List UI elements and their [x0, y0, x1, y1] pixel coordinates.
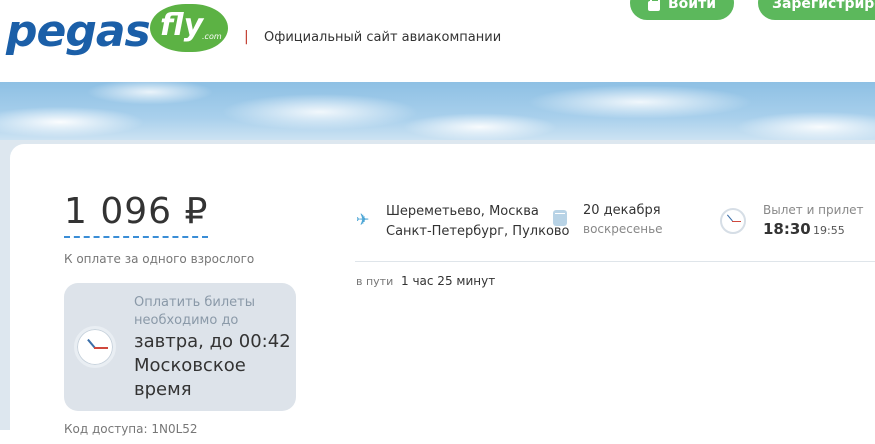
- flight-date: 20 декабря: [583, 203, 661, 218]
- ticket-price[interactable]: 1 096 ₽: [64, 192, 209, 238]
- logo-wordmark: pegas: [6, 6, 151, 57]
- arrival-time: 19:55: [813, 224, 845, 237]
- price-caption: К оплате за одного взрослого: [64, 252, 255, 266]
- header-separator: |: [244, 29, 249, 45]
- departure-airport: Шереметьево, Москва: [386, 204, 539, 219]
- deadline-time: завтра, до 00:42 Московское время: [134, 331, 291, 400]
- divider: [355, 261, 875, 262]
- flight-duration: 1 час 25 минут: [401, 274, 496, 288]
- login-button-label: Войти: [667, 0, 717, 12]
- flight-weekday: воскресенье: [583, 222, 663, 236]
- lock-icon: [647, 0, 660, 11]
- site-header: pegas fly .com | Официальный сайт авиако…: [0, 0, 875, 82]
- duration-label: в пути: [356, 275, 394, 288]
- plane-icon: ✈: [356, 210, 370, 229]
- register-button[interactable]: Зарегистрироваться: [758, 0, 875, 20]
- site-tagline: Официальный сайт авиакомпании: [264, 30, 502, 45]
- sky-banner: [0, 82, 875, 142]
- clock-icon: [720, 208, 746, 234]
- clock-icon: [74, 326, 116, 368]
- register-button-label: Зарегистрироваться: [772, 0, 875, 12]
- pegas-fly-logo[interactable]: pegas fly .com: [6, 4, 228, 60]
- deadline-label: Оплатить билеты необходимо до: [134, 295, 256, 328]
- access-code: Код доступа: 1N0L52: [64, 422, 198, 436]
- times-label: Вылет и прилет: [763, 203, 864, 217]
- arrival-airport: Санкт-Петербург, Пулково: [386, 224, 570, 239]
- logo-fly-text: fly: [160, 8, 204, 43]
- logo-com-text: .com: [202, 32, 222, 41]
- departure-time: 18:30: [763, 220, 811, 238]
- login-button[interactable]: Войти: [630, 0, 734, 20]
- calendar-icon: [553, 210, 567, 226]
